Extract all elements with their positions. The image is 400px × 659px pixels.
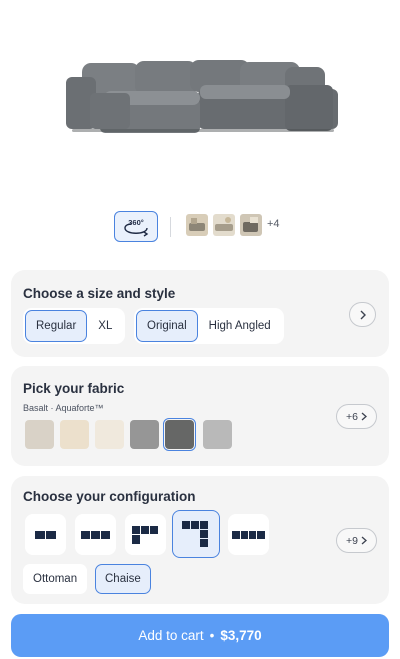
360-view-button[interactable]: 360°	[114, 211, 158, 242]
fabric-title: Pick your fabric	[23, 381, 125, 396]
config-option-chaise-sectional[interactable]	[125, 514, 166, 555]
divider	[170, 217, 171, 237]
chevron-right-icon	[361, 536, 367, 545]
config-shape-icon	[80, 530, 110, 539]
gallery-thumbnail[interactable]	[240, 214, 262, 236]
config-option-long-sofa[interactable]	[228, 514, 269, 555]
fabric-swatch[interactable]	[58, 418, 91, 451]
fabric-swatch[interactable]	[201, 418, 234, 451]
fabric-card: Pick your fabric Basalt · Aquaforte™ +6	[11, 366, 389, 466]
gallery-thumbnail[interactable]	[186, 214, 208, 236]
config-shape-icon	[231, 530, 265, 539]
style-option-original[interactable]: Original	[136, 310, 198, 342]
config-more-button[interactable]: +9	[336, 528, 377, 553]
fabric-swatch-color	[130, 420, 159, 449]
config-shape-icon	[131, 525, 158, 544]
configuration-card: Choose your configuration +9 Ottoman Cha…	[11, 476, 389, 604]
config-option-sofa[interactable]	[75, 514, 116, 555]
fabric-swatch[interactable]	[163, 418, 196, 451]
fabric-swatch[interactable]	[23, 418, 56, 451]
chip-ottoman[interactable]: Ottoman	[23, 564, 88, 594]
cart-price: $3,770	[220, 628, 262, 643]
sofa-image	[66, 60, 338, 133]
fabric-swatch[interactable]	[128, 418, 161, 451]
view-selector: 360° +4	[0, 210, 400, 244]
config-option-loveseat[interactable]	[25, 514, 66, 555]
chip-chaise[interactable]: Chaise	[95, 564, 151, 594]
fabric-swatch-color	[25, 420, 54, 449]
fabric-swatch-color	[95, 420, 124, 449]
config-shape-icon	[182, 521, 208, 547]
add-to-cart-button[interactable]: Add to cart • $3,770	[11, 614, 389, 657]
chevron-right-icon	[361, 412, 367, 421]
style-option-high-angled[interactable]: High Angled	[198, 310, 282, 342]
fabric-swatch-color	[203, 420, 232, 449]
add-to-cart-label: Add to cart	[138, 628, 204, 643]
chevron-right-icon	[360, 310, 366, 319]
config-shape-icon	[34, 530, 56, 539]
product-image-area	[0, 0, 400, 195]
price-separator: •	[209, 628, 215, 643]
svg-text:360°: 360°	[128, 218, 144, 227]
config-option-corner-sectional[interactable]	[172, 510, 220, 558]
fabric-swatch[interactable]	[93, 418, 126, 451]
fabric-more-label: +6	[346, 410, 358, 423]
fabric-swatch-color	[60, 420, 89, 449]
gallery-thumbnail[interactable]	[213, 214, 235, 236]
size-style-card: Choose a size and style Regular XL Origi…	[11, 270, 389, 357]
fabric-more-button[interactable]: +6	[336, 404, 377, 429]
more-thumbnails-label[interactable]: +4	[267, 218, 280, 230]
style-selector: Original High Angled	[134, 308, 284, 344]
fabric-swatch-color	[165, 420, 194, 449]
size-option-regular[interactable]: Regular	[25, 310, 88, 342]
size-selector: Regular XL	[23, 308, 126, 344]
size-style-title: Choose a size and style	[23, 286, 176, 301]
size-next-button[interactable]	[349, 302, 376, 327]
selected-fabric-label: Basalt · Aquaforte™	[23, 403, 104, 413]
rotate-360-icon: 360°	[124, 218, 149, 237]
config-more-label: +9	[346, 534, 358, 547]
size-option-xl[interactable]: XL	[87, 310, 123, 342]
configuration-title: Choose your configuration	[23, 489, 196, 504]
